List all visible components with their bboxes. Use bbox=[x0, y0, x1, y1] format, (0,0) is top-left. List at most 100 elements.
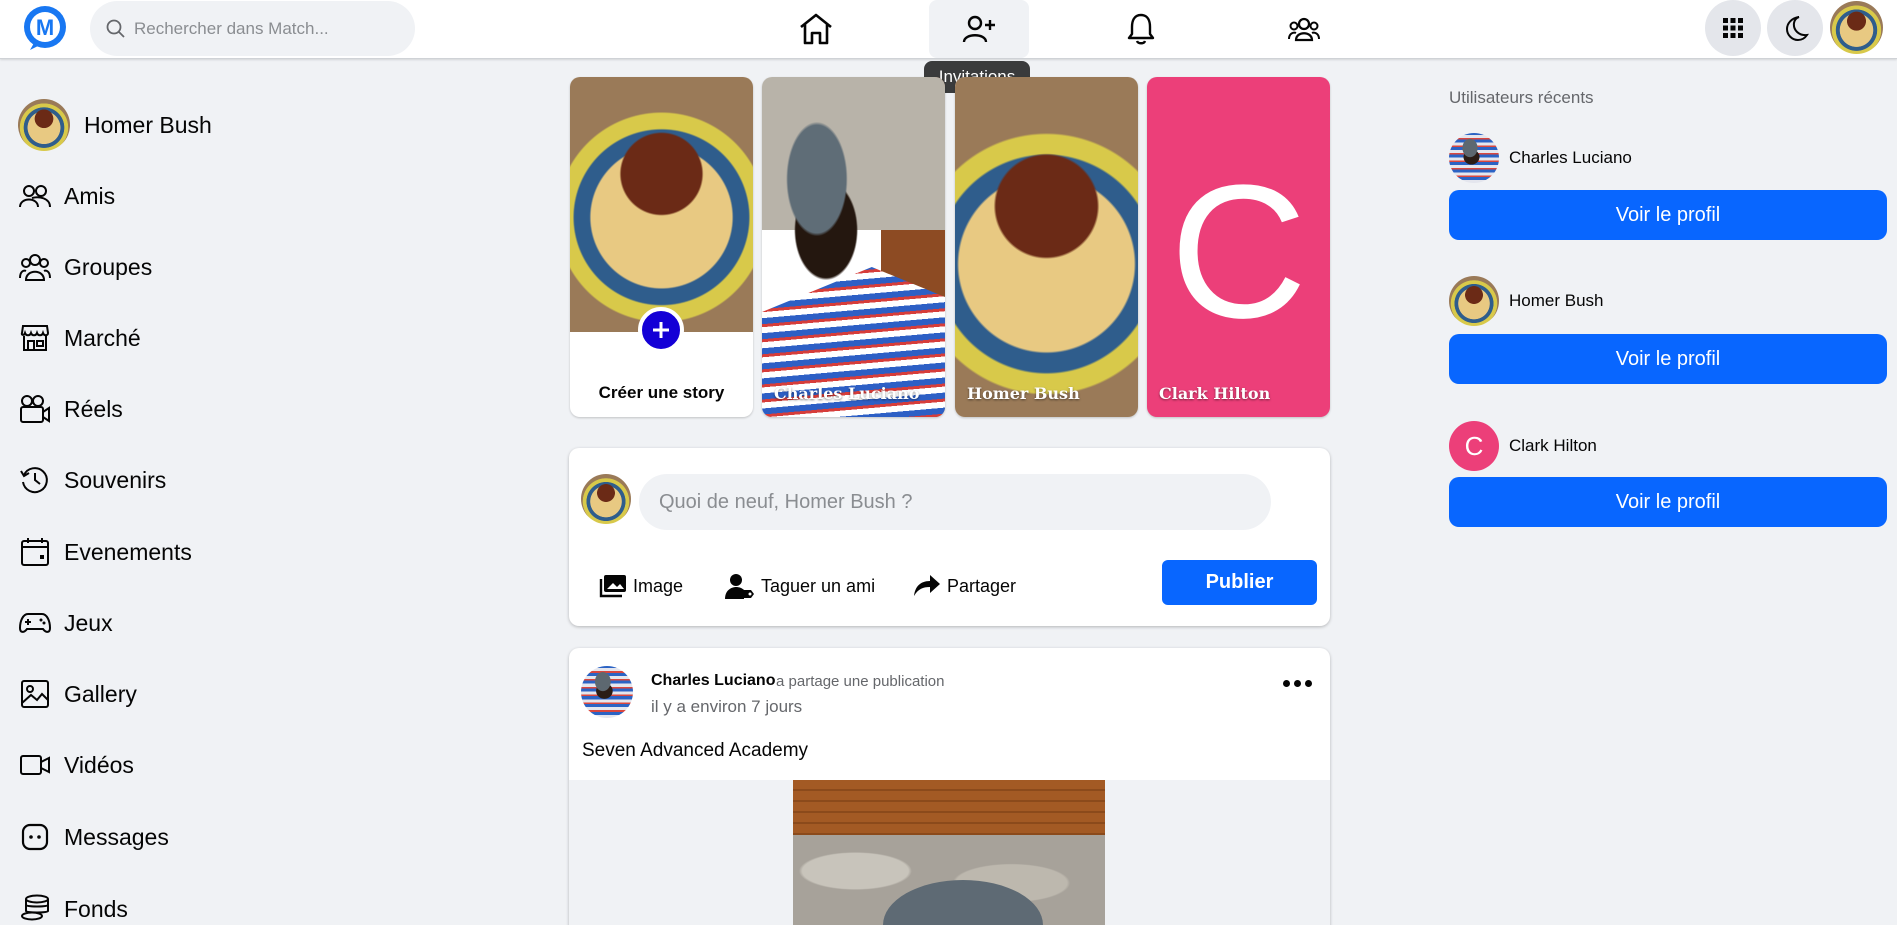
sidebar-item-messages[interactable]: Messages bbox=[18, 812, 169, 862]
friend-invitations-icon bbox=[962, 15, 995, 43]
post-author[interactable]: Charles Luciano bbox=[651, 672, 775, 690]
share-button[interactable]: Partager bbox=[913, 568, 1016, 604]
images-icon bbox=[599, 575, 626, 598]
groups-icon bbox=[18, 250, 52, 284]
avatar: C bbox=[1449, 421, 1499, 471]
sidebar-item-videos[interactable]: Vidéos bbox=[18, 740, 134, 790]
events-calendar-icon bbox=[18, 535, 52, 569]
sidebar-profile-name: Homer Bush bbox=[84, 111, 212, 138]
sidebar-item-label: Fonds bbox=[64, 895, 128, 922]
view-profile-button[interactable]: Voir le profil bbox=[1449, 190, 1887, 240]
story-card-homer-bush[interactable]: Homer Bush bbox=[955, 77, 1138, 417]
sidebar-item-label: Souvenirs bbox=[64, 466, 167, 493]
sidebar-item-label: Marché bbox=[64, 324, 141, 351]
recent-user-name: Charles Luciano bbox=[1509, 148, 1632, 167]
sidebar-item-label: Jeux bbox=[64, 609, 113, 636]
view-profile-button[interactable]: Voir le profil bbox=[1449, 334, 1887, 384]
publish-button[interactable]: Publier bbox=[1162, 560, 1317, 605]
sidebar-item-marche[interactable]: Marché bbox=[18, 313, 141, 363]
recent-user-row[interactable]: Charles Luciano bbox=[1449, 133, 1632, 183]
sidebar-item-amis[interactable]: Amis bbox=[18, 171, 115, 221]
apps-grid-icon bbox=[1723, 18, 1743, 38]
sidebar-profile[interactable]: Homer Bush bbox=[18, 99, 212, 151]
gallery-image-icon bbox=[18, 677, 52, 711]
story-card-clark-hilton[interactable]: C Clark Hilton bbox=[1147, 77, 1330, 417]
dark-mode-button[interactable] bbox=[1767, 0, 1823, 56]
avatar bbox=[1449, 276, 1499, 326]
tag-label: Taguer un ami bbox=[761, 575, 876, 596]
view-profile-button[interactable]: Voir le profil bbox=[1449, 477, 1887, 527]
sidebar-item-groupes[interactable]: Groupes bbox=[18, 242, 152, 292]
sidebar-item-evenements[interactable]: Evenements bbox=[18, 527, 192, 577]
recent-user-name: Homer Bush bbox=[1509, 291, 1604, 310]
recent-user-row[interactable]: Homer Bush bbox=[1449, 276, 1603, 326]
search-icon bbox=[106, 19, 125, 38]
reels-camera-icon bbox=[18, 392, 52, 426]
post-action-text: a partage une publication bbox=[776, 673, 945, 690]
sidebar-item-reels[interactable]: Réels bbox=[18, 384, 123, 434]
avatar bbox=[1449, 133, 1499, 183]
create-story-label: Créer une story bbox=[598, 383, 725, 402]
story-name: Homer Bush bbox=[967, 384, 1080, 403]
plus-icon bbox=[653, 322, 669, 338]
composer-input[interactable] bbox=[659, 490, 1239, 514]
story-name: Clark Hilton bbox=[1159, 384, 1271, 403]
avatar bbox=[581, 474, 631, 524]
sidebar-item-label: Vidéos bbox=[64, 751, 134, 778]
gamepad-icon bbox=[18, 606, 52, 640]
sidebar-item-label: Gallery bbox=[64, 680, 137, 707]
story-name: Charles Luciano bbox=[774, 384, 920, 403]
recent-users-title: Utilisateurs récents bbox=[1449, 88, 1594, 107]
composer-input-wrap[interactable] bbox=[639, 474, 1271, 530]
sidebar-item-souvenirs[interactable]: Souvenirs bbox=[18, 455, 166, 505]
sidebar-item-label: Messages bbox=[64, 823, 169, 850]
post-image[interactable] bbox=[793, 780, 1105, 925]
user-tag-icon bbox=[725, 574, 754, 599]
more-options-icon[interactable] bbox=[1277, 668, 1317, 698]
recent-user-name: Clark Hilton bbox=[1509, 436, 1597, 455]
search-input[interactable] bbox=[134, 18, 384, 39]
dark-mode-moon-icon bbox=[1785, 16, 1809, 42]
account-avatar[interactable] bbox=[1830, 1, 1883, 54]
post-timestamp[interactable]: il y a environ 7 jours bbox=[651, 697, 802, 717]
marketplace-icon bbox=[18, 321, 52, 355]
notifications-bell-icon bbox=[1127, 13, 1155, 45]
add-image-button[interactable]: Image bbox=[599, 568, 683, 604]
create-story-card[interactable]: Créer une story bbox=[570, 77, 753, 417]
image-label: Image bbox=[633, 575, 684, 596]
post-composer: Image Taguer un ami Partager Publier bbox=[569, 448, 1330, 626]
sidebar-item-label: Groupes bbox=[64, 253, 153, 280]
apps-menu-button[interactable] bbox=[1705, 0, 1761, 56]
search-bar[interactable] bbox=[90, 1, 415, 56]
sidebar-item-label: Réels bbox=[64, 395, 123, 422]
nav-groups[interactable] bbox=[1254, 0, 1354, 58]
story-card-charles-luciano[interactable]: Charles Luciano bbox=[762, 77, 945, 417]
post-text: Seven Advanced Academy bbox=[582, 740, 809, 761]
tag-friend-button[interactable]: Taguer un ami bbox=[725, 568, 875, 604]
groups-icon bbox=[1288, 17, 1320, 42]
top-bar: M bbox=[0, 0, 1897, 59]
recent-user-row[interactable]: C Clark Hilton bbox=[1449, 421, 1597, 471]
avatar bbox=[18, 99, 70, 151]
sidebar-item-jeux[interactable]: Jeux bbox=[18, 598, 113, 648]
memories-clock-icon bbox=[18, 463, 52, 497]
video-camera-icon bbox=[18, 748, 52, 782]
add-story-button[interactable] bbox=[638, 307, 684, 353]
home-icon bbox=[800, 13, 832, 45]
match-logo-icon[interactable]: M bbox=[22, 5, 68, 51]
share-arrow-icon bbox=[914, 575, 940, 596]
avatar[interactable] bbox=[581, 666, 633, 718]
story-image bbox=[955, 77, 1138, 417]
nav-home[interactable] bbox=[766, 0, 866, 58]
nav-notifications[interactable] bbox=[1091, 0, 1191, 58]
share-label: Partager bbox=[947, 575, 1017, 596]
svg-text:M: M bbox=[36, 15, 54, 40]
sidebar-item-label: Evenements bbox=[64, 538, 192, 565]
story-letter: C bbox=[1169, 146, 1308, 358]
sidebar-item-fonds[interactable]: Fonds bbox=[18, 884, 128, 925]
messages-icon bbox=[18, 820, 52, 854]
post-card: Charles Luciano a partage une publicatio… bbox=[569, 648, 1330, 925]
nav-invitations[interactable] bbox=[929, 0, 1029, 58]
sidebar-item-gallery[interactable]: Gallery bbox=[18, 669, 137, 719]
friends-icon bbox=[18, 179, 52, 213]
